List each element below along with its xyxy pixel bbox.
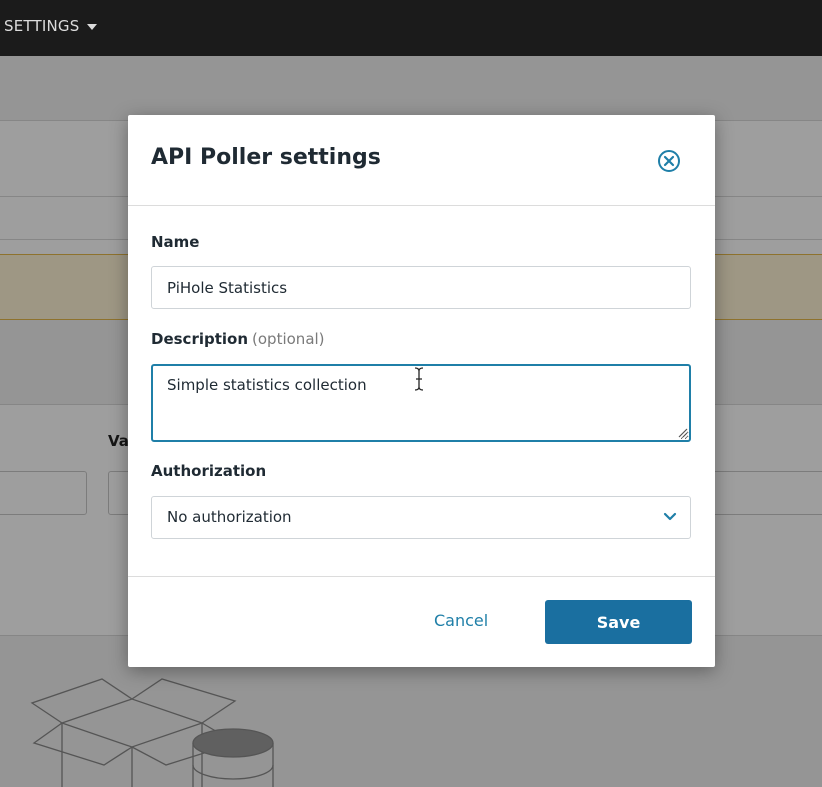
save-button[interactable]: Save [545, 600, 692, 644]
optional-hint: (optional) [252, 330, 325, 348]
chevron-down-icon [663, 512, 677, 521]
settings-menu-label: SETTINGS [4, 17, 80, 35]
settings-menu[interactable]: SETTINGS [4, 17, 98, 35]
text-cursor-icon [414, 367, 424, 391]
dialog-footer: Cancel Save [128, 576, 715, 668]
name-label: Name [151, 233, 200, 251]
resize-grip-icon[interactable] [676, 426, 688, 438]
top-navigation-bar: SETTINGS [0, 0, 822, 56]
authorization-selected-value: No authorization [167, 508, 292, 526]
cancel-button[interactable]: Cancel [434, 611, 488, 630]
dialog-title: API Poller settings [151, 145, 381, 170]
api-poller-settings-dialog: API Poller settings Name Description(opt… [128, 115, 715, 667]
close-circle-icon[interactable] [657, 149, 681, 173]
name-field[interactable] [151, 266, 691, 309]
description-label-text: Description [151, 330, 249, 348]
caret-down-icon [87, 23, 98, 30]
description-label: Description (optional) [151, 330, 325, 348]
authorization-select[interactable]: No authorization [151, 496, 691, 539]
authorization-label: Authorization [151, 462, 267, 480]
dialog-header: API Poller settings [128, 115, 715, 206]
